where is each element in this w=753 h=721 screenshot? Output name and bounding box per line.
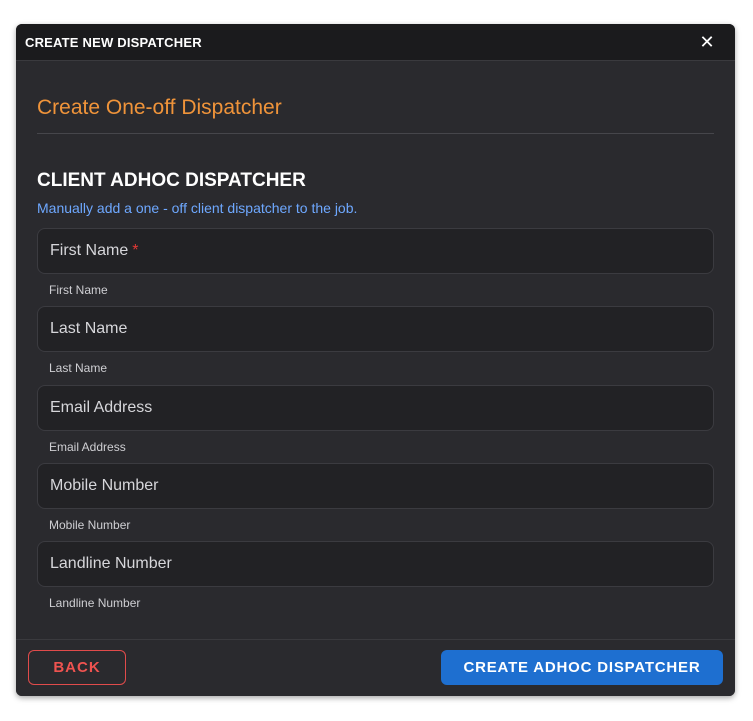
section-title: CLIENT ADHOC DISPATCHER bbox=[37, 170, 306, 191]
mobile-number-helper: Mobile Number bbox=[49, 518, 131, 532]
divider bbox=[37, 133, 714, 134]
landline-number-input[interactable] bbox=[38, 542, 713, 586]
email-address-helper: Email Address bbox=[49, 440, 126, 454]
last-name-helper: Last Name bbox=[49, 361, 108, 375]
mobile-number-input[interactable] bbox=[38, 464, 713, 508]
close-icon[interactable]: ✕ bbox=[697, 32, 717, 52]
dialog-title: CREATE NEW DISPATCHER bbox=[25, 34, 202, 50]
dialog-subtitle: Create One-off Dispatcher bbox=[37, 96, 282, 119]
landline-number-helper: Landline Number bbox=[49, 596, 141, 610]
create-dispatcher-dialog: CREATE NEW DISPATCHER ✕ Create One-off D… bbox=[16, 24, 735, 696]
first-name-input[interactable] bbox=[38, 229, 713, 273]
first-name-helper: First Name bbox=[49, 283, 108, 297]
last-name-field[interactable]: Last Name bbox=[37, 306, 714, 352]
create-adhoc-dispatcher-button[interactable]: CREATE ADHOC DISPATCHER bbox=[441, 650, 723, 685]
email-address-input[interactable] bbox=[38, 386, 713, 430]
email-address-field[interactable]: Email Address bbox=[37, 385, 714, 431]
back-button[interactable]: BACK bbox=[28, 650, 126, 685]
section-description: Manually add a one - off client dispatch… bbox=[37, 200, 358, 216]
mobile-number-field[interactable]: Mobile Number bbox=[37, 463, 714, 509]
last-name-input[interactable] bbox=[38, 307, 713, 351]
landline-number-field[interactable]: Landline Number bbox=[37, 541, 714, 587]
first-name-field[interactable]: First Name * bbox=[37, 228, 714, 274]
dialog-footer: BACK CREATE ADHOC DISPATCHER bbox=[16, 639, 735, 696]
dialog-titlebar: CREATE NEW DISPATCHER ✕ bbox=[16, 24, 735, 61]
